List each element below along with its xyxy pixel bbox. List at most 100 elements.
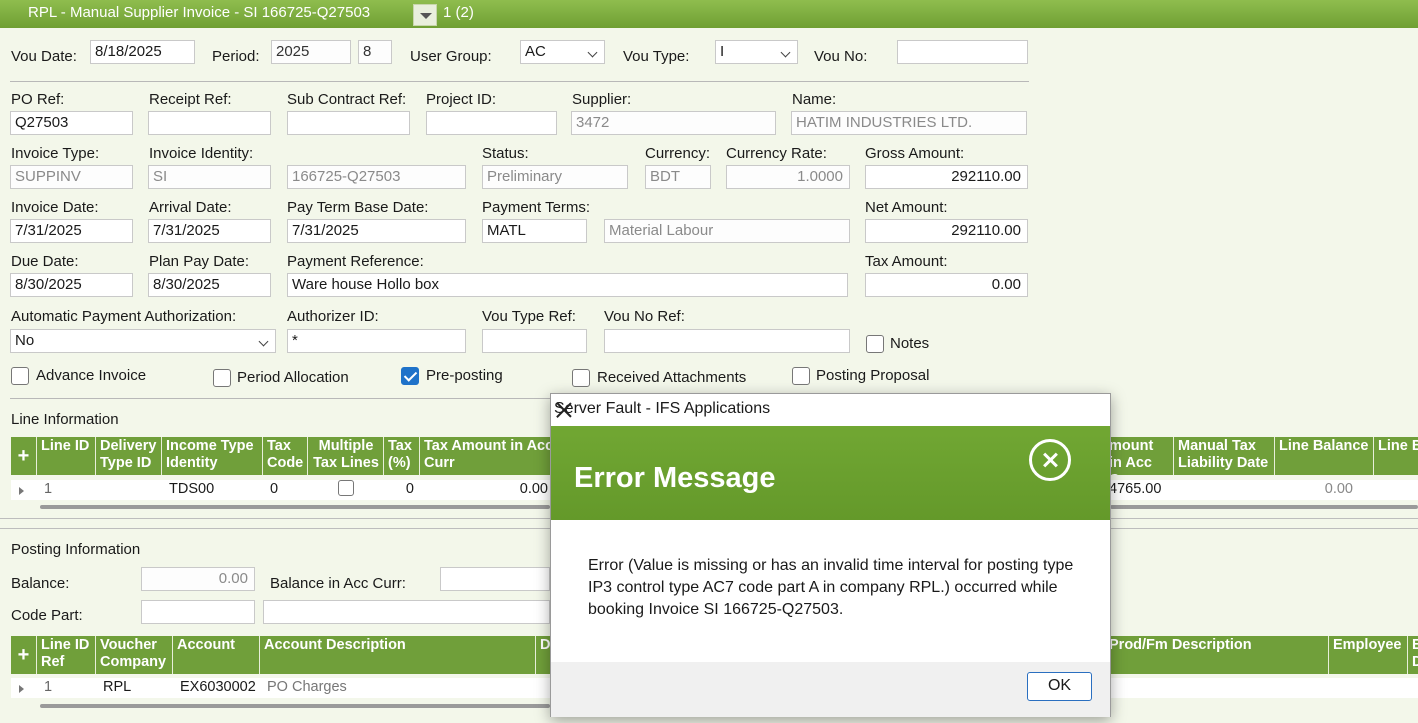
cell-tax-code[interactable]: 0	[267, 481, 307, 499]
notes-checkbox[interactable]	[866, 335, 884, 353]
record-counter: 1 (2)	[443, 4, 474, 21]
vou-type-ref-field[interactable]	[482, 329, 587, 353]
payment-terms-description-field[interactable]: Material Labour	[604, 219, 850, 243]
auto-payment-authorization-select[interactable]: No	[10, 329, 276, 353]
col-delivery-type-id[interactable]: Delivery Type ID	[97, 437, 162, 475]
cell-line-id[interactable]: 1	[41, 481, 96, 499]
col-manual-tax-liability-date[interactable]: Manual Tax Liability Date	[1175, 437, 1275, 475]
cell-multiple-tax-lines-checkbox[interactable]	[338, 480, 354, 496]
posting-proposal-checkbox[interactable]	[792, 367, 810, 385]
authorizer-id-field[interactable]: *	[287, 329, 466, 353]
pay-term-base-date-field[interactable]: 7/31/2025	[287, 219, 466, 243]
line-grid-scrollbar-right[interactable]	[1110, 505, 1418, 509]
row-marker-icon	[19, 487, 24, 495]
project-id-field[interactable]	[426, 111, 557, 135]
col-prod-fm-description[interactable]: Prod/Fm Description	[1106, 636, 1329, 674]
period-label: Period:	[212, 48, 260, 65]
col-multiple-tax-lines[interactable]: Multiple Tax Lines	[309, 437, 384, 475]
col-line-id[interactable]: Line ID	[38, 437, 96, 475]
period-number-field[interactable]: 8	[358, 40, 392, 64]
vou-type-ref-label: Vou Type Ref:	[482, 308, 576, 325]
cell-voucher-company[interactable]: RPL	[100, 679, 170, 697]
currency-rate-field[interactable]: 1.0000	[726, 165, 850, 189]
cell-tax-amount-acc-curr[interactable]: 0.00	[421, 481, 551, 499]
currency-field[interactable]: BDT	[645, 165, 711, 189]
col-line-id-ref[interactable]: Line ID Ref	[38, 636, 96, 674]
user-group-label: User Group:	[410, 48, 492, 65]
add-line-icon[interactable]: +	[11, 437, 37, 475]
line-grid-scrollbar[interactable]	[40, 505, 550, 509]
cell-income-type-identity[interactable]: TDS00	[166, 481, 261, 499]
col-e[interactable]: E D	[1409, 636, 1418, 674]
payment-reference-label: Payment Reference:	[287, 253, 424, 270]
record-dropdown-button[interactable]	[413, 4, 437, 26]
supplier-field[interactable]: 3472	[571, 111, 776, 135]
col-amount-in-acc-curr[interactable]: mount in Acc Curr	[1106, 437, 1174, 475]
invoice-date-field[interactable]: 7/31/2025	[10, 219, 133, 243]
cell-tax-pct[interactable]: 0	[385, 481, 417, 499]
period-allocation-checkbox[interactable]	[213, 369, 231, 387]
checkbox-divider	[10, 398, 550, 399]
advance-invoice-checkbox[interactable]	[11, 367, 29, 385]
col-tax-amount-acc-curr[interactable]: Tax Amount in Acc Curr	[421, 437, 561, 475]
col-line-balance[interactable]: Line Balance	[1276, 437, 1374, 475]
plan-pay-date-field[interactable]: 8/30/2025	[148, 273, 271, 297]
col-line-b[interactable]: Line B	[1375, 437, 1418, 475]
code-part-field[interactable]	[141, 600, 255, 624]
col-account[interactable]: Account	[174, 636, 260, 674]
supplier-name-field[interactable]: HATIM INDUSTRIES LTD.	[791, 111, 1027, 135]
sub-contract-ref-field[interactable]	[287, 111, 410, 135]
tax-amount-field[interactable]: 0.00	[865, 273, 1028, 297]
add-posting-icon[interactable]: +	[11, 636, 37, 674]
col-voucher-company[interactable]: Voucher Company	[97, 636, 173, 674]
invoice-identity-series-field[interactable]: SI	[148, 165, 271, 189]
col-employee[interactable]: Employee	[1330, 636, 1408, 674]
gross-amount-field[interactable]: 292110.00	[865, 165, 1028, 189]
po-ref-label: PO Ref:	[11, 91, 65, 108]
close-icon[interactable]	[554, 400, 574, 420]
period-year-field[interactable]: 2025	[271, 40, 351, 64]
dialog-title: Server Fault - IFS Applications	[554, 400, 771, 417]
receipt-ref-field[interactable]	[148, 111, 271, 135]
due-date-label: Due Date:	[11, 253, 79, 270]
net-amount-label: Net Amount:	[865, 199, 948, 216]
currency-label: Currency:	[645, 145, 711, 162]
vou-no-field[interactable]	[897, 40, 1028, 64]
cell-line-balance[interactable]: 0.00	[1276, 481, 1356, 499]
ok-button[interactable]: OK	[1027, 672, 1092, 701]
col-tax-code[interactable]: Tax Code	[264, 437, 308, 475]
vou-no-ref-field[interactable]	[604, 329, 850, 353]
cell-line-id-ref[interactable]: 1	[41, 679, 96, 697]
cell-account[interactable]: EX6030002	[177, 679, 261, 697]
arrival-date-field[interactable]: 7/31/2025	[148, 219, 271, 243]
pre-posting-label: Pre-posting	[426, 367, 503, 384]
balance-acc-curr-field[interactable]	[440, 567, 550, 591]
invoice-number-field[interactable]: 166725-Q27503	[287, 165, 466, 189]
vou-type-select[interactable]: I	[715, 40, 798, 64]
plan-pay-date-label: Plan Pay Date:	[149, 253, 250, 270]
invoice-type-field[interactable]: SUPPINV	[10, 165, 133, 189]
col-account-description[interactable]: Account Description	[261, 636, 536, 674]
col-tax-pct[interactable]: Tax (%)	[385, 437, 420, 475]
dialog-footer: OK	[551, 662, 1110, 717]
invoice-type-label: Invoice Type:	[11, 145, 100, 162]
net-amount-field[interactable]: 292110.00	[865, 219, 1028, 243]
po-ref-field[interactable]: Q27503	[10, 111, 133, 135]
pre-posting-checkbox[interactable]	[401, 367, 419, 385]
user-group-select[interactable]: AC	[520, 40, 605, 64]
vou-date-field[interactable]: 8/18/2025	[90, 40, 195, 64]
cell-account-description[interactable]: PO Charges	[264, 679, 534, 697]
window-title: RPL - Manual Supplier Invoice - SI 16672…	[28, 4, 371, 21]
status-field[interactable]: Preliminary	[482, 165, 628, 189]
col-income-type-identity[interactable]: Income Type Identity	[163, 437, 263, 475]
received-attachments-checkbox[interactable]	[572, 369, 590, 387]
balance-field[interactable]: 0.00	[141, 567, 255, 591]
vou-type-label: Vou Type:	[623, 48, 690, 65]
cell-amount-in-acc-curr[interactable]: 4765.00	[1106, 481, 1176, 499]
payment-terms-field[interactable]: MATL	[482, 219, 587, 243]
posting-grid-scrollbar[interactable]	[40, 704, 550, 708]
due-date-field[interactable]: 8/30/2025	[10, 273, 133, 297]
payment-reference-field[interactable]: Ware house Hollo box	[287, 273, 848, 297]
invoice-date-label: Invoice Date:	[11, 199, 99, 216]
code-part-description-field[interactable]	[263, 600, 550, 624]
